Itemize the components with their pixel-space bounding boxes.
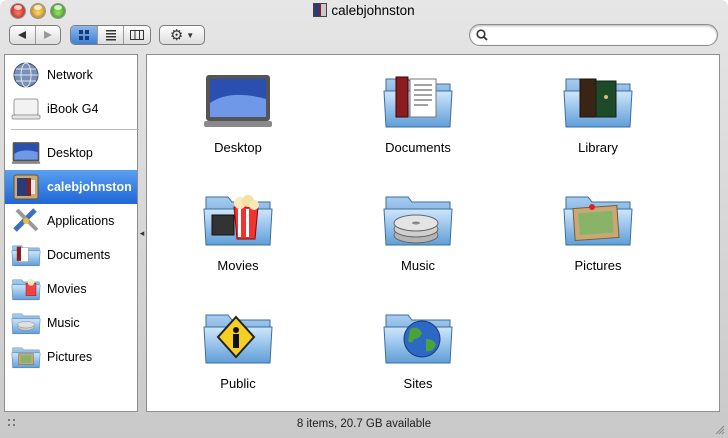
status-text: 8 items, 20.7 GB available: [296, 418, 432, 430]
search-icon: [476, 29, 488, 41]
sidebar-item-music[interactable]: Music: [5, 306, 137, 340]
sidebar-item-documents[interactable]: Documents: [5, 238, 137, 272]
icon-grid-icon: [78, 30, 89, 40]
window-title: calebjohnston: [0, 3, 728, 18]
search-field[interactable]: [469, 24, 718, 46]
file-item-label: Library: [578, 140, 618, 155]
documents-folder-icon: [382, 76, 454, 133]
sidebar-item-movies[interactable]: Movies: [5, 272, 137, 306]
sidebar-item-label: Documents: [47, 248, 111, 262]
sidebar-item-label: calebjohnston: [47, 180, 132, 194]
file-item-label: Desktop: [214, 140, 262, 155]
music-folder-icon: [11, 308, 41, 338]
search-input[interactable]: [492, 27, 711, 45]
sidebar-splitter-handle[interactable]: ◂: [138, 228, 146, 238]
file-item-label: Movies: [217, 258, 259, 273]
window-resize-handle-icon[interactable]: [714, 424, 725, 435]
title-bar[interactable]: calebjohnston: [0, 0, 728, 24]
sidebar-item-calebjohnston[interactable]: calebjohnston: [5, 170, 137, 204]
sidebar: Network iBook G4 Desktop calebjohnston A…: [4, 54, 139, 412]
action-menu-button[interactable]: ⚙ ▼: [159, 25, 205, 45]
file-icon-view: Desktop Documents Library Movies Music P…: [146, 54, 720, 412]
music-folder-icon: [382, 187, 454, 251]
network-globe-icon: [13, 62, 39, 88]
library-folder-icon: [562, 78, 634, 133]
sidebar-item-network[interactable]: Network: [5, 58, 137, 92]
file-item-sites[interactable]: Sites: [343, 305, 493, 391]
navigation-buttons: [9, 25, 61, 45]
sidebar-item-label: Applications: [47, 214, 115, 228]
sidebar-item-label: Desktop: [47, 146, 93, 160]
sidebar-item-label: Music: [47, 316, 80, 330]
sidebar-item-label: iBook G4: [47, 102, 99, 116]
sidebar-item-label: Movies: [47, 282, 87, 296]
home-icon: [13, 174, 39, 200]
file-item-documents[interactable]: Documents: [343, 69, 493, 155]
sidebar-item-ibook[interactable]: iBook G4: [5, 92, 137, 126]
file-item-desktop[interactable]: Desktop: [163, 69, 313, 155]
toolbar: ⚙ ▼: [0, 24, 728, 52]
sidebar-item-desktop[interactable]: Desktop: [5, 136, 137, 170]
list-lines-icon: [105, 30, 116, 41]
forward-arrow-icon: [43, 31, 52, 39]
applications-icon: [13, 208, 39, 232]
file-item-public[interactable]: Public: [163, 305, 313, 391]
desktop-icon: [11, 138, 41, 168]
documents-folder-icon: [11, 240, 41, 270]
column-view-button[interactable]: [124, 26, 150, 44]
pictures-folder-icon: [562, 187, 634, 251]
back-button[interactable]: [10, 26, 36, 44]
sidebar-item-applications[interactable]: Applications: [5, 204, 137, 238]
action-button-face: ⚙ ▼: [160, 26, 204, 44]
file-item-label: Documents: [385, 140, 451, 155]
columns-icon: [130, 30, 145, 40]
movies-folder-icon: [202, 195, 274, 251]
sites-folder-icon: [382, 305, 454, 369]
sidebar-item-pictures[interactable]: Pictures: [5, 340, 137, 374]
file-item-label: Public: [220, 376, 256, 391]
movies-folder-icon: [11, 279, 41, 304]
file-item-library[interactable]: Library: [523, 69, 673, 155]
sidebar-item-label: Network: [47, 68, 93, 82]
file-item-label: Pictures: [574, 258, 622, 273]
laptop-icon: [11, 98, 41, 120]
icon-view-button[interactable]: [71, 26, 98, 44]
list-view-button[interactable]: [98, 26, 125, 44]
view-mode-switcher: [70, 25, 151, 45]
public-folder-icon: [202, 305, 274, 369]
finder-window: calebjohnston ⚙ ▼ Network iBook G4 Deskt…: [0, 0, 728, 438]
chevron-down-icon: ▼: [186, 30, 195, 40]
file-item-pictures[interactable]: Pictures: [523, 187, 673, 273]
desktop-icon: [202, 69, 274, 133]
sidebar-divider: [11, 129, 139, 130]
sidebar-item-label: Pictures: [47, 350, 93, 364]
file-item-music[interactable]: Music: [343, 187, 493, 273]
status-bar: 8 items, 20.7 GB available: [0, 412, 728, 438]
file-item-label: Sites: [403, 376, 433, 391]
file-item-movies[interactable]: Movies: [163, 187, 313, 273]
pictures-folder-icon: [11, 342, 41, 372]
home-folder-icon: [313, 3, 328, 17]
file-item-label: Music: [401, 258, 435, 273]
gear-icon: ⚙: [169, 27, 184, 44]
back-arrow-icon: [18, 31, 27, 39]
forward-button[interactable]: [36, 26, 61, 44]
